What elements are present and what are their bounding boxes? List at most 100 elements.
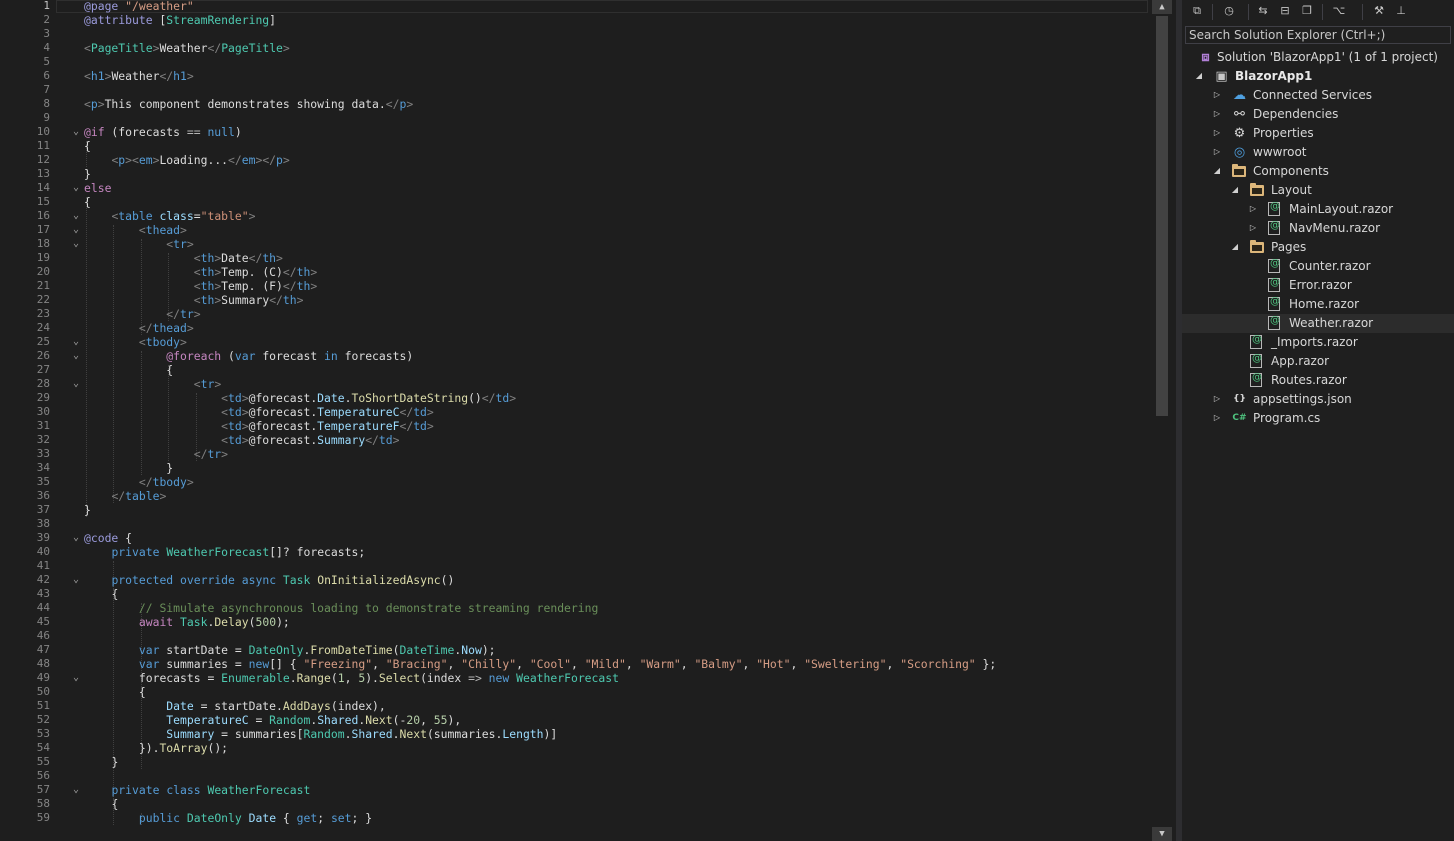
code-line[interactable]: else [84,181,111,195]
tree-item[interactable]: ◢ Pages [1182,238,1454,257]
chevron-right-icon[interactable]: ▷ [1212,146,1222,158]
pin-icon[interactable]: ⊥ [1394,4,1408,18]
scroll-up-arrow-icon[interactable]: ▲ [1152,0,1172,14]
code-line[interactable]: { [84,139,91,153]
code-line[interactable]: <tbody> [84,335,187,349]
code-line[interactable]: } [84,503,91,517]
tree-item[interactable]: Error.razor [1182,276,1454,295]
code-line[interactable]: { [84,363,173,377]
code-line[interactable]: <td>@forecast.Date.ToShortDateString()</… [84,391,516,405]
copy-icon[interactable]: ❐ [1300,4,1314,18]
code-line[interactable]: <p><em>Loading...</em></p> [84,153,289,167]
tree-item[interactable]: Weather.razor [1182,314,1454,333]
tree-item[interactable]: ◢ Components [1182,162,1454,181]
vs-switch-icon[interactable]: ⧉ [1190,4,1204,18]
code-editor[interactable]: 1 2 3 4 5 6 7 8 9 10 11 12 13 14 15 16 17 18 19 20 21 22 23 24 2… [0,0,1176,841]
tree-item[interactable]: ▷ ◎ wwwroot [1182,143,1454,162]
code-line[interactable]: var summaries = new[] { "Freezing", "Bra… [84,657,996,671]
code-line[interactable]: } [84,461,173,475]
fold-chevron-icon[interactable]: ⌄ [73,335,83,349]
code-line[interactable]: <th>Temp. (C)</th> [84,265,317,279]
code-line[interactable]: @foreach (var forecast in forecasts) [84,349,413,363]
fold-chevron-icon[interactable]: ⌄ [73,349,83,363]
code-line[interactable]: <th>Summary</th> [84,293,304,307]
fold-chevron-icon[interactable]: ⌄ [73,223,83,237]
chevron-right-icon[interactable]: ▷ [1212,127,1222,139]
filter-icon[interactable]: ⌥ [1332,4,1346,18]
code-line[interactable]: { [84,195,91,209]
tree-item[interactable]: ▷ {} appsettings.json [1182,390,1454,409]
fold-chevron-icon[interactable]: ⌄ [73,209,83,223]
fold-chevron-icon[interactable]: ⌄ [73,671,83,685]
code-line[interactable]: @attribute [StreamRendering] [84,13,276,27]
chevron-down-icon[interactable]: ◢ [1212,165,1222,177]
fold-chevron-icon[interactable]: ⌄ [73,783,83,797]
code-line[interactable]: </tbody> [84,475,194,489]
history-icon[interactable]: ◷ [1222,4,1236,18]
search-input[interactable]: Search Solution Explorer (Ctrl+;) [1185,26,1451,44]
code-line[interactable]: </tr> [84,307,200,321]
tree-item[interactable]: ▷ ⚯ Dependencies [1182,105,1454,124]
code-line[interactable]: public DateOnly Date { get; set; } [84,811,372,825]
chevron-right-icon[interactable]: ▷ [1248,222,1258,234]
code-line[interactable]: <td>@forecast.TemperatureF</td> [84,419,434,433]
code-line[interactable]: </tr> [84,447,228,461]
code-line[interactable]: private class WeatherForecast [84,783,310,797]
fold-chevron-icon[interactable]: ⌄ [73,125,83,139]
code-line[interactable]: @page "/weather" [84,0,194,13]
code-line[interactable]: // Simulate asynchronous loading to demo… [84,601,598,615]
fold-chevron-icon[interactable]: ⌄ [73,573,83,587]
code-line[interactable]: <th>Date</th> [84,251,283,265]
code-line[interactable]: <tr> [84,237,193,251]
chevron-right-icon[interactable]: ▷ [1212,108,1222,120]
code-line[interactable]: protected override async Task OnInitiali… [84,573,454,587]
tree-item[interactable]: ▷ NavMenu.razor [1182,219,1454,238]
code-line[interactable]: <td>@forecast.Summary</td> [84,433,399,447]
chevron-right-icon[interactable]: ▷ [1212,89,1222,101]
tree-item[interactable]: _Imports.razor [1182,333,1454,352]
chevron-down-icon[interactable]: ◢ [1194,70,1204,82]
tree-item[interactable]: ▷ MainLayout.razor [1182,200,1454,219]
code-line[interactable]: <h1>Weather</h1> [84,69,194,83]
chevron-right-icon[interactable]: ▷ [1212,412,1222,424]
code-line[interactable]: <p>This component demonstrates showing d… [84,97,413,111]
fold-chevron-icon[interactable]: ⌄ [73,531,83,545]
chevron-down-icon[interactable]: ◢ [1230,241,1240,253]
tree-item[interactable]: ⧈ Solution 'BlazorApp1' (1 of 1 project) [1182,48,1454,67]
fold-chevron-icon[interactable]: ⌄ [73,237,83,251]
code-line[interactable]: </table> [84,489,166,503]
code-line[interactable]: Date = startDate.AddDays(index), [84,699,385,713]
code-line[interactable]: <table class="table"> [84,209,255,223]
tree-item[interactable]: App.razor [1182,352,1454,371]
tree-item[interactable]: Routes.razor [1182,371,1454,390]
code-line[interactable]: Summary = summaries[Random.Shared.Next(s… [84,727,557,741]
wrench-icon[interactable]: ⚒ [1372,4,1386,18]
code-line[interactable]: } [84,755,118,769]
fold-chevron-icon[interactable]: ⌄ [73,377,83,391]
chevron-down-icon[interactable]: ◢ [1230,184,1240,196]
fold-chevron-icon[interactable]: ⌄ [73,181,83,195]
scroll-down-arrow-icon[interactable]: ▼ [1152,827,1172,841]
code-line[interactable]: { [84,587,118,601]
tree-item[interactable]: ▷ ☁ Connected Services [1182,86,1454,105]
tree-item[interactable]: Home.razor [1182,295,1454,314]
collapse-all-icon[interactable]: ⊟ [1278,4,1292,18]
code-line[interactable]: private WeatherForecast[]? forecasts; [84,545,365,559]
code-line[interactable]: TemperatureC = Random.Shared.Next(-20, 5… [84,713,461,727]
tree-item[interactable]: Counter.razor [1182,257,1454,276]
code-line[interactable]: var startDate = DateOnly.FromDateTime(Da… [84,643,496,657]
code-line[interactable]: <thead> [84,223,187,237]
code-line[interactable]: @code { [84,531,132,545]
code-line[interactable]: { [84,797,118,811]
tree-item[interactable]: ◢ Layout [1182,181,1454,200]
code-line[interactable]: </thead> [84,321,194,335]
code-line[interactable]: forecasts = Enumerable.Range(1, 5).Selec… [84,671,619,685]
code-line[interactable]: <th>Temp. (F)</th> [84,279,317,293]
code-line[interactable]: @if (forecasts == null) [84,125,242,139]
sync-icon[interactable]: ⇆ [1256,4,1270,18]
code-line[interactable]: { [84,685,146,699]
code-line[interactable]: <td>@forecast.TemperatureC</td> [84,405,434,419]
code-line[interactable]: } [84,167,91,181]
tree-item[interactable]: ▷ ⚙ Properties [1182,124,1454,143]
code-line[interactable]: }).ToArray(); [84,741,228,755]
